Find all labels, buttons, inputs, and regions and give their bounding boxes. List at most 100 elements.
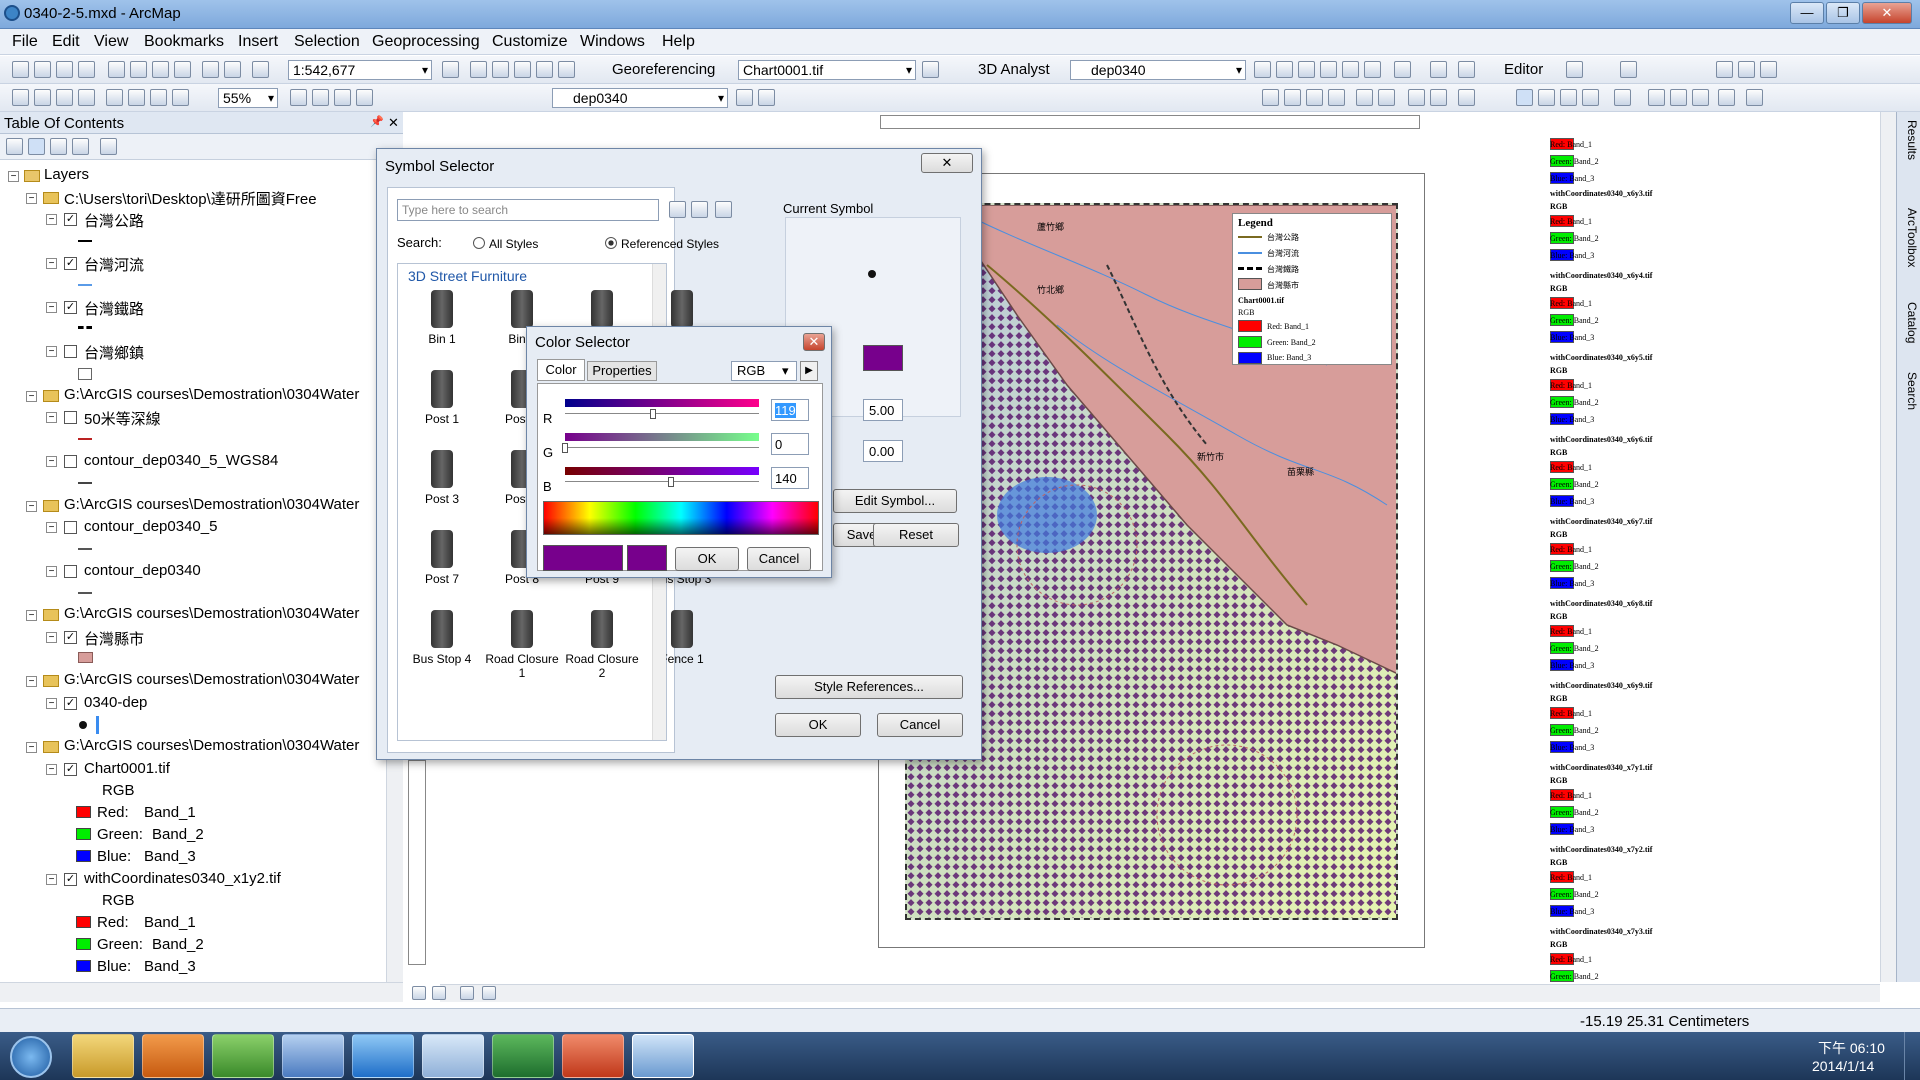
- steepest-path-icon[interactable]: [1276, 61, 1293, 78]
- minimize-button[interactable]: —: [1790, 2, 1824, 24]
- menu-edit[interactable]: Edit: [52, 33, 80, 51]
- toc-window-icon[interactable]: [470, 61, 487, 78]
- symbol-thumbnail[interactable]: [431, 530, 453, 568]
- print-icon[interactable]: [78, 61, 95, 78]
- group-path[interactable]: G:\ArcGIS courses\Demostration\0304Water: [64, 496, 359, 513]
- county-symbol[interactable]: [78, 652, 93, 663]
- open-icon[interactable]: [34, 61, 51, 78]
- layer-visibility-checkbox[interactable]: ✓: [64, 631, 77, 644]
- layer-name[interactable]: 台灣河流: [84, 254, 144, 275]
- symbol-thumbnail[interactable]: [431, 290, 453, 328]
- toc-options-icon[interactable]: [100, 138, 117, 155]
- go-back-extent-icon[interactable]: [172, 89, 189, 106]
- layer-name[interactable]: withCoordinates0340_x1y2.tif: [84, 870, 281, 887]
- list-by-visibility-icon[interactable]: [50, 138, 67, 155]
- symbol-thumbnail[interactable]: [431, 450, 453, 488]
- river-symbol[interactable]: [78, 284, 92, 286]
- menu-geoprocessing[interactable]: Geoprocessing: [372, 33, 480, 51]
- new-icon[interactable]: [12, 61, 29, 78]
- create-viewer-icon[interactable]: [1746, 89, 1763, 106]
- layout-horizontal-scrollbar[interactable]: [440, 984, 1880, 1002]
- toc-close-button[interactable]: ✕: [388, 115, 399, 131]
- layout-pan-icon[interactable]: [56, 89, 73, 106]
- layer-name[interactable]: contour_dep0340_5: [84, 518, 217, 535]
- edit-tool-icon[interactable]: [1566, 61, 1583, 78]
- hyperlink-icon[interactable]: [1560, 89, 1577, 106]
- layer-name[interactable]: 台灣鐵路: [84, 298, 144, 319]
- fixed-zoom-out-icon[interactable]: [150, 89, 167, 106]
- focus-data-frame-icon[interactable]: [312, 89, 329, 106]
- results-tab[interactable]: Results: [1899, 120, 1919, 200]
- point-symbol[interactable]: [79, 721, 87, 729]
- cancel-button[interactable]: Cancel: [747, 547, 811, 571]
- catalog-tab[interactable]: Catalog: [1899, 302, 1919, 372]
- menu-file[interactable]: File: [12, 33, 38, 51]
- tab-properties[interactable]: Properties: [587, 361, 657, 381]
- collapse-icon[interactable]: −: [26, 501, 37, 512]
- group-path[interactable]: G:\ArcGIS courses\Demostration\0304Water: [64, 737, 359, 754]
- save-icon[interactable]: [56, 61, 73, 78]
- layer-name[interactable]: 台灣縣市: [84, 628, 144, 649]
- all-styles-radio[interactable]: [473, 237, 485, 249]
- georeferencing-menu[interactable]: Georeferencing: [612, 61, 715, 78]
- arctoolbox-tab[interactable]: ArcToolbox: [1899, 208, 1919, 308]
- style-references-button[interactable]: Style References...: [775, 675, 963, 699]
- list-by-drawing-order-icon[interactable]: [6, 138, 23, 155]
- layer-name[interactable]: contour_dep0340_5_WGS84: [84, 452, 278, 469]
- delete-icon[interactable]: [174, 61, 191, 78]
- toc-root[interactable]: Layers: [44, 166, 89, 183]
- excel-taskbar-icon[interactable]: [492, 1034, 554, 1078]
- 3d-analyst-menu[interactable]: 3D Analyst: [978, 61, 1050, 78]
- time-slider-icon[interactable]: [1718, 89, 1735, 106]
- tab-color[interactable]: Color: [537, 359, 585, 381]
- layout-vertical-scrollbar[interactable]: [1880, 112, 1896, 982]
- more-options-icon[interactable]: ▶: [800, 361, 818, 381]
- green-band-swatch[interactable]: [76, 828, 91, 840]
- contour-symbol[interactable]: [78, 438, 92, 440]
- sketch-tool-icon[interactable]: [1620, 61, 1637, 78]
- search-all-icon[interactable]: [691, 201, 708, 218]
- data-view-icon[interactable]: [412, 986, 426, 1000]
- document-taskbar-icon[interactable]: [422, 1034, 484, 1078]
- arctoolbox-icon[interactable]: [536, 61, 553, 78]
- layer-visibility-checkbox[interactable]: [64, 345, 77, 358]
- find-icon[interactable]: [1648, 89, 1665, 106]
- layout-side-legend[interactable]: Red: Band_1 Green: Band_2 Blue: Band_3 with…: [1550, 138, 1710, 999]
- collapse-icon[interactable]: −: [46, 566, 57, 577]
- b-slider-track[interactable]: [565, 467, 759, 475]
- create-features-icon[interactable]: [1760, 61, 1777, 78]
- pan-icon[interactable]: [1306, 89, 1323, 106]
- full-extent-icon[interactable]: [1328, 89, 1345, 106]
- symbol-thumbnail[interactable]: [671, 290, 693, 328]
- reset-button[interactable]: Reset: [873, 523, 959, 547]
- collapse-icon[interactable]: −: [26, 610, 37, 621]
- powerpoint-taskbar-icon[interactable]: [562, 1034, 624, 1078]
- collapse-icon[interactable]: −: [26, 742, 37, 753]
- change-layout-icon[interactable]: [334, 89, 351, 106]
- collapse-icon[interactable]: −: [46, 346, 57, 357]
- layer-name[interactable]: 台灣公路: [84, 210, 144, 231]
- spatial-analyst-layer-combo[interactable]: dep0340: [552, 88, 728, 108]
- select-features-icon[interactable]: [1458, 89, 1475, 106]
- interpolate-polygon-icon[interactable]: [1364, 61, 1381, 78]
- profile-graph-icon[interactable]: [1394, 61, 1411, 78]
- contour-symbol[interactable]: [78, 482, 92, 484]
- app-taskbar-icon[interactable]: [212, 1034, 274, 1078]
- python-icon[interactable]: [558, 61, 575, 78]
- contour-symbol[interactable]: [78, 548, 92, 550]
- search-window-icon[interactable]: [514, 61, 531, 78]
- menu-bookmarks[interactable]: Bookmarks: [144, 33, 224, 51]
- menu-customize[interactable]: Customize: [492, 33, 568, 51]
- search-tab[interactable]: Search: [1899, 372, 1919, 442]
- layout-zoom-in-icon[interactable]: [12, 89, 29, 106]
- interpolate-point-icon[interactable]: [1320, 61, 1337, 78]
- symbol-thumbnail[interactable]: [591, 290, 613, 328]
- menu-insert[interactable]: Insert: [238, 33, 278, 51]
- red-band-swatch[interactable]: [76, 806, 91, 818]
- r-slider-track[interactable]: [565, 399, 759, 407]
- r-value-input[interactable]: 119: [771, 399, 809, 421]
- collapse-icon[interactable]: −: [46, 412, 57, 423]
- symbol-thumbnail[interactable]: [591, 610, 613, 648]
- search-icon[interactable]: [669, 201, 686, 218]
- b-value-input[interactable]: 140: [771, 467, 809, 489]
